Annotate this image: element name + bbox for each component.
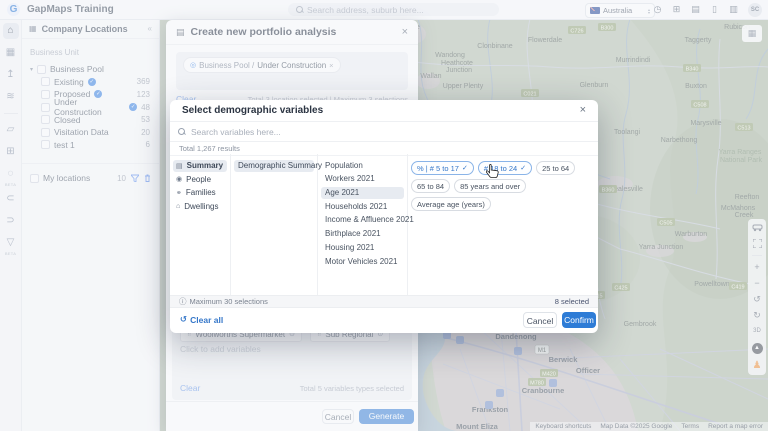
max-selections-note: ⓘMaximum 30 selections	[179, 296, 555, 307]
topic-housing-2021[interactable]: Housing 2021	[321, 242, 404, 254]
variable-chip-85-years-and-over[interactable]: 85 years and over	[454, 179, 526, 193]
category-summary[interactable]: ▤ Summary	[173, 160, 227, 172]
category-label: People	[186, 175, 211, 184]
variables-modal-header: Select demographic variables ×	[170, 100, 598, 121]
variable-chip-average-age-years[interactable]: Average age (years)	[411, 197, 491, 211]
topic-birthplace-2021[interactable]: Birthplace 2021	[321, 228, 404, 240]
confirm-button[interactable]: Confirm	[562, 312, 596, 328]
category-label: Dwellings	[184, 202, 218, 211]
variable-chip-label: % | # 5 to 17	[417, 164, 459, 173]
check-icon: ✓	[462, 164, 468, 172]
subcategory-list: Demographic Summary	[231, 158, 317, 173]
selection-status-bar: ⓘMaximum 30 selections 8 selected	[170, 295, 598, 308]
dwellings-icon: ⌂	[176, 203, 180, 210]
variable-chip-label: 65 to 84	[417, 182, 444, 191]
topic-motor-vehicles-2021[interactable]: Motor Vehicles 2021	[321, 256, 404, 268]
app-window: KilmoreClonbinaneFlowerdaleWandongHeathc…	[0, 0, 768, 431]
variables-modal-title: Select demographic variables	[182, 105, 580, 116]
category-list: ▤ Summary ◉ People ⚭ Families ⌂ Dwellings	[170, 158, 230, 214]
variable-chip-label: Average age (years)	[417, 200, 485, 209]
category-label: Families	[186, 188, 216, 197]
variable-chip-label: 85 years and over	[460, 182, 520, 191]
variable-chip-65-to-84[interactable]: 65 to 84	[411, 179, 450, 193]
category-dwellings[interactable]: ⌂ Dwellings	[173, 200, 227, 212]
variables-search[interactable]	[170, 121, 598, 142]
variable-chip-5-to-17[interactable]: % | # 5 to 17✓	[411, 161, 474, 175]
mouse-cursor	[486, 164, 499, 179]
summary-icon: ▤	[176, 162, 183, 170]
category-families[interactable]: ⚭ Families	[173, 187, 227, 199]
subcategory-demographic-summary[interactable]: Demographic Summary	[234, 160, 314, 172]
divider	[230, 154, 231, 295]
topic-workers-2021[interactable]: Workers 2021	[321, 173, 404, 185]
topic-income-affluence-2021[interactable]: Income & Affluence 2021	[321, 214, 404, 226]
info-icon: ⓘ	[179, 296, 187, 307]
reset-icon: ↺	[180, 314, 187, 325]
demographic-variables-modal: Select demographic variables × Total 1,2…	[170, 100, 598, 333]
clear-all-link[interactable]: ↺Clear all	[180, 314, 223, 325]
category-people[interactable]: ◉ People	[173, 173, 227, 185]
close-icon[interactable]: ×	[580, 105, 586, 116]
search-icon	[178, 128, 185, 135]
cancel-button[interactable]: Cancel	[523, 312, 557, 328]
people-icon: ◉	[176, 175, 182, 183]
category-label: Summary	[187, 161, 223, 170]
variable-chip-list: % | # 5 to 17✓# 18 to 24✓25 to 6465 to 8…	[411, 161, 595, 211]
variables-modal-footer: ↺Clear all Cancel Confirm	[170, 308, 598, 333]
topic-households-2021[interactable]: Households 2021	[321, 201, 404, 213]
topic-population[interactable]: Population	[321, 160, 404, 172]
check-icon: ✓	[520, 164, 526, 172]
variable-chip-25-to-64[interactable]: 25 to 64	[536, 161, 575, 175]
families-icon: ⚭	[176, 189, 182, 197]
selected-count: 8 selected	[555, 297, 589, 306]
variable-browser: ▤ Summary ◉ People ⚭ Families ⌂ Dwellings Demog…	[170, 154, 598, 295]
variable-chip-label: 25 to 64	[542, 164, 569, 173]
topic-age-2021[interactable]: Age 2021	[321, 187, 404, 199]
variables-search-input[interactable]	[191, 127, 590, 137]
topic-list: PopulationWorkers 2021 Age 2021 Households…	[318, 158, 407, 269]
